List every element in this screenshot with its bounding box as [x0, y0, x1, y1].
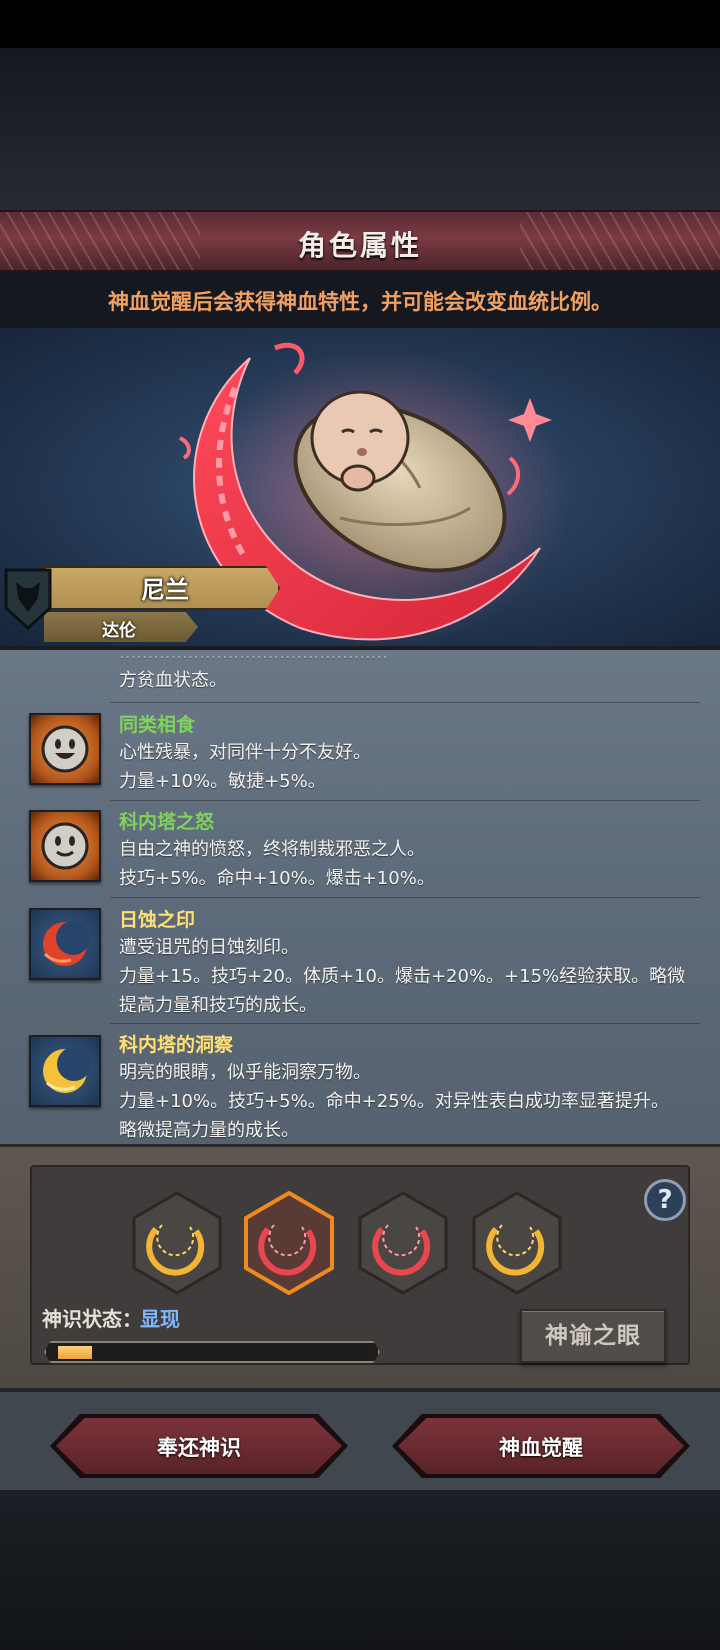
trait-effects-continued: 提高力量和技巧的成长。	[119, 995, 317, 1016]
subtitle-bar: 神血觉醒后会获得神血特性，并可能会改变血统比例。	[0, 272, 720, 328]
trait-description: 自由之神的愤怒，终将制裁邪恶之人。	[119, 839, 425, 860]
divine-progress-bar	[44, 1341, 380, 1363]
action-bar: 奉还神识 神血觉醒	[0, 1388, 720, 1490]
traits-list[interactable]: ........................................…	[0, 650, 720, 1144]
trait-name: 科内塔之怒	[119, 811, 215, 833]
divine-status-label: 神识状态：	[42, 1307, 142, 1331]
partial-line-clipped: ........................................…	[119, 650, 388, 663]
divine-rune-panel: ? 神识状态： 显现 神谕之眼	[0, 1144, 720, 1388]
smiley-face-icon	[29, 713, 101, 785]
trait-separator	[110, 897, 700, 898]
partial-trait-description: 方贫血状态。	[119, 670, 227, 691]
character-bloodline: 达伦	[102, 621, 136, 641]
rune-slot-4[interactable]	[472, 1191, 562, 1295]
red-eclipse-icon	[29, 908, 101, 980]
trait-name: 同类相食	[119, 714, 196, 736]
bottom-backdrop	[0, 1490, 720, 1650]
character-name: 尼兰	[141, 576, 189, 604]
gold-crescent-icon	[29, 1035, 101, 1107]
divine-status-value: 显现	[140, 1307, 180, 1331]
blood-awaken-button[interactable]: 神血觉醒	[392, 1414, 690, 1478]
trait-name: 科内塔的洞察	[119, 1034, 234, 1056]
wolf-crest-icon	[4, 568, 52, 630]
blood-awaken-label: 神血觉醒	[499, 1436, 583, 1460]
rune-slot-2-selected[interactable]	[244, 1191, 334, 1295]
trait-effects: 技巧+5%。命中+10%。爆击+10%。	[119, 868, 435, 889]
rune-slot-3[interactable]	[358, 1191, 448, 1295]
trait-name: 日蚀之印	[119, 909, 196, 931]
trait-effects: 力量+15。技巧+20。体质+10。爆击+20%。+15%经验获取。略微	[119, 966, 686, 987]
character-nameplate: 尼兰 达伦	[0, 562, 285, 646]
trait-separator	[110, 1023, 700, 1024]
trait-effects: 力量+10%。敏捷+5%。	[119, 771, 326, 792]
trait-description: 明亮的眼睛，似乎能洞察万物。	[119, 1062, 371, 1083]
help-button[interactable]: ?	[644, 1179, 686, 1221]
progress-fill	[58, 1346, 92, 1359]
page-title: 角色属性	[297, 229, 422, 262]
rune-slots-frame: ? 神识状态： 显现 神谕之眼	[30, 1165, 690, 1365]
oracle-eye-button[interactable]: 神谕之眼	[520, 1309, 666, 1363]
return-divinity-button[interactable]: 奉还神识	[50, 1414, 348, 1478]
trait-description: 心性残暴，对同伴十分不友好。	[119, 742, 371, 763]
trait-separator	[110, 800, 700, 801]
trait-description: 遭受诅咒的日蚀刻印。	[119, 937, 299, 958]
top-backdrop	[0, 48, 720, 210]
page-subtitle: 神血觉醒后会获得神血特性，并可能会改变血统比例。	[108, 290, 612, 314]
title-banner: 角色属性	[0, 210, 720, 272]
status-bar-area	[0, 0, 720, 48]
return-divinity-label: 奉还神识	[157, 1436, 241, 1460]
trait-effects-continued: 略微提高力量的成长。	[119, 1120, 299, 1141]
trait-effects: 力量+10%。技巧+5%。命中+25%。对异性表白成功率显著提升。	[119, 1091, 669, 1112]
smiley-face-icon	[29, 810, 101, 882]
trait-separator	[110, 702, 700, 703]
rune-slot-1[interactable]	[132, 1191, 222, 1295]
